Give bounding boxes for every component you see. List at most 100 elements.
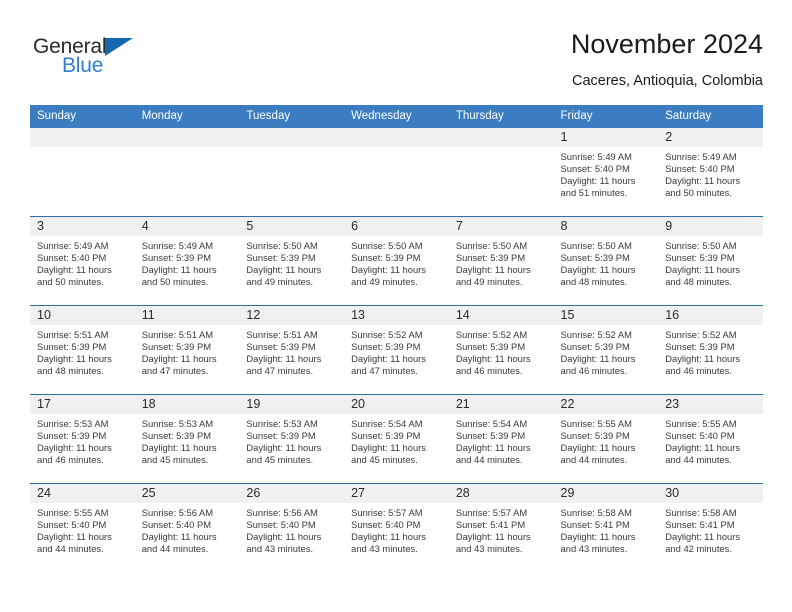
- daylight-text-line1: Daylight: 11 hours: [141, 442, 217, 454]
- day-cell[interactable]: 25 Sunrise: 5:56 AM Sunset: 5:40 PM Dayl…: [134, 483, 240, 572]
- sunset-text: Sunset: 5:39 PM: [560, 430, 630, 442]
- sunset-text: Sunset: 5:40 PM: [141, 519, 212, 531]
- day-cell[interactable]: 12 Sunrise: 5:51 AM Sunset: 5:39 PM Dayl…: [239, 305, 345, 395]
- day-details: Sunrise: 5:51 AM Sunset: 5:39 PM Dayligh…: [239, 325, 344, 377]
- day-number: 27: [344, 484, 449, 503]
- sunrise-text: Sunrise: 5:50 AM: [665, 240, 737, 251]
- day-cell[interactable]: 4 Sunrise: 5:49 AM Sunset: 5:39 PM Dayli…: [134, 216, 240, 306]
- day-cell[interactable]: 9 Sunrise: 5:50 AM Sunset: 5:39 PM Dayli…: [658, 216, 763, 306]
- sunset-text: Sunset: 5:40 PM: [37, 519, 107, 531]
- day-cell[interactable]: [134, 128, 240, 217]
- day-number: 26: [239, 484, 345, 503]
- sunset-text: Sunset: 5:40 PM: [351, 519, 421, 531]
- day-number: 2: [658, 128, 763, 147]
- day-number: 1: [553, 128, 659, 147]
- day-details: Sunrise: 5:51 AM Sunset: 5:39 PM Dayligh…: [135, 325, 240, 377]
- day-cell[interactable]: 24 Sunrise: 5:55 AM Sunset: 5:40 PM Dayl…: [30, 483, 135, 572]
- daylight-text-line1: Daylight: 11 hours: [351, 442, 426, 454]
- day-cell[interactable]: 1 Sunrise: 5:49 AM Sunset: 5:40 PM Dayli…: [553, 128, 659, 217]
- day-cell[interactable]: 21 Sunrise: 5:54 AM Sunset: 5:39 PM Dayl…: [448, 394, 554, 484]
- calendar-week-row: 10 Sunrise: 5:51 AM Sunset: 5:39 PM Dayl…: [30, 305, 763, 395]
- day-cell[interactable]: 8 Sunrise: 5:50 AM Sunset: 5:39 PM Dayli…: [553, 216, 659, 306]
- day-details: [344, 147, 449, 151]
- day-cell[interactable]: 23 Sunrise: 5:55 AM Sunset: 5:40 PM Dayl…: [658, 394, 763, 484]
- day-cell[interactable]: 7 Sunrise: 5:50 AM Sunset: 5:39 PM Dayli…: [448, 216, 554, 306]
- day-cell[interactable]: 5 Sunrise: 5:50 AM Sunset: 5:39 PM Dayli…: [239, 216, 345, 306]
- day-number: [448, 128, 554, 147]
- day-cell[interactable]: 16 Sunrise: 5:52 AM Sunset: 5:39 PM Dayl…: [658, 305, 763, 395]
- daylight-text-line2: and 49 minutes.: [246, 276, 314, 288]
- sunset-text: Sunset: 5:39 PM: [665, 252, 735, 264]
- daylight-text-line1: Daylight: 11 hours: [665, 531, 741, 543]
- day-cell[interactable]: 6 Sunrise: 5:50 AM Sunset: 5:39 PM Dayli…: [344, 216, 449, 306]
- sunrise-text: Sunrise: 5:55 AM: [560, 418, 632, 429]
- day-cell[interactable]: 18 Sunrise: 5:53 AM Sunset: 5:39 PM Dayl…: [134, 394, 240, 484]
- sunrise-text: Sunrise: 5:58 AM: [665, 507, 737, 518]
- day-cell[interactable]: 17 Sunrise: 5:53 AM Sunset: 5:39 PM Dayl…: [30, 394, 135, 484]
- calendar-week-row: 24 Sunrise: 5:55 AM Sunset: 5:40 PM Dayl…: [30, 483, 763, 572]
- daylight-text-line1: Daylight: 11 hours: [246, 531, 322, 543]
- daylight-text-line2: and 43 minutes.: [351, 543, 418, 555]
- generalblue-logo[interactable]: General Blue: [33, 36, 233, 86]
- daylight-text-line2: and 44 minutes.: [141, 543, 209, 555]
- day-cell[interactable]: 19 Sunrise: 5:53 AM Sunset: 5:39 PM Dayl…: [239, 394, 345, 484]
- daylight-text-line1: Daylight: 11 hours: [455, 531, 531, 543]
- day-details: Sunrise: 5:50 AM Sunset: 5:39 PM Dayligh…: [658, 236, 763, 288]
- sunset-text: Sunset: 5:39 PM: [246, 252, 316, 264]
- calendar-grid: Sunday Monday Tuesday Wednesday Thursday…: [30, 105, 763, 572]
- sunset-text: Sunset: 5:41 PM: [665, 519, 735, 531]
- day-number: 24: [30, 484, 135, 503]
- day-number: 22: [553, 395, 659, 414]
- sunrise-text: Sunrise: 5:49 AM: [37, 240, 109, 251]
- sunset-text: Sunset: 5:41 PM: [560, 519, 630, 531]
- day-cell[interactable]: [239, 128, 345, 217]
- sunset-text: Sunset: 5:40 PM: [665, 163, 735, 175]
- weekday-header-friday: Friday: [553, 105, 659, 128]
- weekday-header-wednesday: Wednesday: [344, 105, 449, 128]
- day-cell[interactable]: 30 Sunrise: 5:58 AM Sunset: 5:41 PM Dayl…: [658, 483, 763, 572]
- daylight-text-line2: and 43 minutes.: [560, 543, 628, 555]
- weekday-header-thursday: Thursday: [448, 105, 554, 128]
- day-number: [344, 128, 449, 147]
- sunrise-text: Sunrise: 5:51 AM: [37, 329, 109, 340]
- day-cell[interactable]: 27 Sunrise: 5:57 AM Sunset: 5:40 PM Dayl…: [344, 483, 449, 572]
- day-cell[interactable]: 15 Sunrise: 5:52 AM Sunset: 5:39 PM Dayl…: [553, 305, 659, 395]
- day-details: [135, 147, 240, 151]
- daylight-text-line1: Daylight: 11 hours: [665, 353, 741, 365]
- day-cell[interactable]: 28 Sunrise: 5:57 AM Sunset: 5:41 PM Dayl…: [448, 483, 554, 572]
- sunset-text: Sunset: 5:39 PM: [455, 252, 526, 264]
- sunrise-text: Sunrise: 5:58 AM: [560, 507, 632, 518]
- daylight-text-line1: Daylight: 11 hours: [560, 531, 636, 543]
- sunrise-text: Sunrise: 5:50 AM: [455, 240, 528, 251]
- day-cell[interactable]: 3 Sunrise: 5:49 AM Sunset: 5:40 PM Dayli…: [30, 216, 135, 306]
- sunrise-text: Sunrise: 5:53 AM: [246, 418, 318, 429]
- day-details: Sunrise: 5:53 AM Sunset: 5:39 PM Dayligh…: [30, 414, 135, 466]
- daylight-text-line2: and 47 minutes.: [141, 365, 209, 377]
- day-number: 7: [448, 217, 554, 236]
- day-cell[interactable]: 10 Sunrise: 5:51 AM Sunset: 5:39 PM Dayl…: [30, 305, 135, 395]
- sunrise-text: Sunrise: 5:52 AM: [351, 329, 423, 340]
- day-cell[interactable]: 14 Sunrise: 5:52 AM Sunset: 5:39 PM Dayl…: [448, 305, 554, 395]
- calendar-week-row: 3 Sunrise: 5:49 AM Sunset: 5:40 PM Dayli…: [30, 216, 763, 306]
- day-details: Sunrise: 5:51 AM Sunset: 5:39 PM Dayligh…: [30, 325, 135, 377]
- sunset-text: Sunset: 5:39 PM: [665, 341, 735, 353]
- day-cell[interactable]: 13 Sunrise: 5:52 AM Sunset: 5:39 PM Dayl…: [344, 305, 449, 395]
- day-cell[interactable]: 29 Sunrise: 5:58 AM Sunset: 5:41 PM Dayl…: [553, 483, 659, 572]
- day-cell[interactable]: 26 Sunrise: 5:56 AM Sunset: 5:40 PM Dayl…: [239, 483, 345, 572]
- day-number: 10: [30, 306, 135, 325]
- day-number: 13: [344, 306, 449, 325]
- day-cell[interactable]: 11 Sunrise: 5:51 AM Sunset: 5:39 PM Dayl…: [134, 305, 240, 395]
- day-cell[interactable]: [344, 128, 449, 217]
- daylight-text-line1: Daylight: 11 hours: [141, 531, 217, 543]
- sunrise-text: Sunrise: 5:49 AM: [141, 240, 214, 251]
- day-cell[interactable]: 22 Sunrise: 5:55 AM Sunset: 5:39 PM Dayl…: [553, 394, 659, 484]
- day-details: Sunrise: 5:56 AM Sunset: 5:40 PM Dayligh…: [135, 503, 240, 555]
- day-cell[interactable]: 2 Sunrise: 5:49 AM Sunset: 5:40 PM Dayli…: [658, 128, 763, 217]
- day-cell[interactable]: [448, 128, 554, 217]
- day-cell[interactable]: [30, 128, 135, 217]
- daylight-text-line2: and 51 minutes.: [560, 187, 628, 199]
- daylight-text-line2: and 45 minutes.: [351, 454, 418, 466]
- day-cell[interactable]: 20 Sunrise: 5:54 AM Sunset: 5:39 PM Dayl…: [344, 394, 449, 484]
- sunrise-text: Sunrise: 5:57 AM: [351, 507, 423, 518]
- sunrise-text: Sunrise: 5:56 AM: [141, 507, 214, 518]
